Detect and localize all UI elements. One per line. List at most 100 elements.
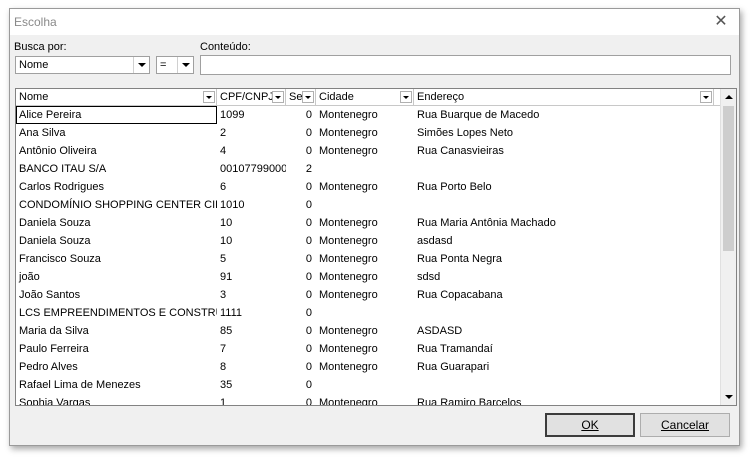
cell-endereco[interactable]: Rua Guarapari <box>414 358 714 376</box>
table-row[interactable]: Rafael Lima de Menezes 35 0 <box>16 376 720 394</box>
table-row[interactable]: Antônio Oliveira 4 0 Montenegro Rua Canasvie… <box>16 142 720 160</box>
column-header-se[interactable]: Se <box>286 89 316 106</box>
cell-cpf-cnpj[interactable]: 4 <box>217 142 286 160</box>
cell-cpf-cnpj[interactable]: 35 <box>217 376 286 394</box>
column-header-endereco[interactable]: Endereço <box>414 89 714 106</box>
cell-cpf-cnpj[interactable]: 8 <box>217 358 286 376</box>
cell-endereco[interactable] <box>414 376 714 394</box>
cell-endereco[interactable] <box>414 196 714 214</box>
cell-cpf-cnpj[interactable]: 10 <box>217 214 286 232</box>
cell-se[interactable]: 0 <box>286 178 316 196</box>
cell-nome[interactable]: Pedro Alves <box>16 358 217 376</box>
cell-cidade[interactable]: Montenegro <box>316 232 414 250</box>
cell-nome[interactable]: Antônio Oliveira <box>16 142 217 160</box>
chevron-down-icon[interactable] <box>700 91 712 103</box>
cell-nome[interactable]: João Santos <box>16 286 217 304</box>
cell-cpf-cnpj[interactable]: 6 <box>217 178 286 196</box>
cell-se[interactable]: 0 <box>286 358 316 376</box>
cell-cidade[interactable] <box>316 376 414 394</box>
search-content-input[interactable] <box>200 55 731 75</box>
cell-nome[interactable]: CONDOMÍNIO SHOPPING CENTER CIDADE <box>16 196 217 214</box>
table-row[interactable]: João Santos 3 0 Montenegro Rua Copacabana <box>16 286 720 304</box>
cell-se[interactable]: 0 <box>286 394 316 405</box>
cell-se[interactable]: 0 <box>286 322 316 340</box>
cell-nome[interactable]: Paulo Ferreira <box>16 340 217 358</box>
scroll-thumb[interactable] <box>723 106 734 251</box>
cell-nome[interactable]: Francisco Souza <box>16 250 217 268</box>
cell-cpf-cnpj[interactable]: 1010 <box>217 196 286 214</box>
cell-se[interactable]: 0 <box>286 142 316 160</box>
cell-nome[interactable]: Daniela Souza <box>16 232 217 250</box>
cell-nome[interactable]: Alice Pereira <box>16 106 217 124</box>
cell-endereco[interactable]: Rua Ramiro Barcelos <box>414 394 714 405</box>
cell-cpf-cnpj[interactable]: 7 <box>217 340 286 358</box>
cell-nome[interactable]: Carlos Rodrigues <box>16 178 217 196</box>
chevron-down-icon[interactable] <box>177 57 193 73</box>
cell-cidade[interactable]: Montenegro <box>316 214 414 232</box>
cell-se[interactable]: 0 <box>286 250 316 268</box>
cell-cidade[interactable] <box>316 304 414 322</box>
cell-cpf-cnpj[interactable]: 1 <box>217 394 286 405</box>
cell-cpf-cnpj[interactable]: 2 <box>217 124 286 142</box>
cell-se[interactable]: 0 <box>286 196 316 214</box>
cell-se[interactable]: 0 <box>286 286 316 304</box>
chevron-down-icon[interactable] <box>272 91 284 103</box>
table-row[interactable]: Daniela Souza 10 0 Montenegro asdasd <box>16 232 720 250</box>
scroll-up-icon[interactable] <box>721 89 736 105</box>
cell-cidade[interactable]: Montenegro <box>316 142 414 160</box>
cell-cidade[interactable]: Montenegro <box>316 340 414 358</box>
chevron-down-icon[interactable] <box>400 91 412 103</box>
table-row[interactable]: Daniela Souza 10 0 Montenegro Rua Maria Antô… <box>16 214 720 232</box>
cell-cidade[interactable]: Montenegro <box>316 394 414 405</box>
cell-nome[interactable]: LCS EMPREENDIMENTOS E CONSTRUÇÕES <box>16 304 217 322</box>
cell-cidade[interactable]: Montenegro <box>316 322 414 340</box>
cell-endereco[interactable]: Rua Buarque de Macedo <box>414 106 714 124</box>
operator-select[interactable]: = <box>156 56 194 74</box>
cell-cidade[interactable]: Montenegro <box>316 106 414 124</box>
table-row[interactable]: Paulo Ferreira 7 0 Montenegro Rua Tramandaí <box>16 340 720 358</box>
cell-cidade[interactable]: Montenegro <box>316 286 414 304</box>
cell-se[interactable]: 0 <box>286 124 316 142</box>
cell-cidade[interactable] <box>316 160 414 178</box>
table-row[interactable]: Alice Pereira 1099 0 Montenegro Rua Buarque … <box>16 106 720 124</box>
cell-endereco[interactable]: Rua Porto Belo <box>414 178 714 196</box>
cell-se[interactable]: 0 <box>286 268 316 286</box>
cell-cidade[interactable] <box>316 196 414 214</box>
cell-nome[interactable]: Daniela Souza <box>16 214 217 232</box>
cell-endereco[interactable]: Rua Maria Antônia Machado <box>414 214 714 232</box>
ok-button[interactable]: OK <box>545 413 635 437</box>
cell-se[interactable]: 0 <box>286 232 316 250</box>
cell-cpf-cnpj[interactable]: 00107799000 <box>217 160 286 178</box>
column-header-cidade[interactable]: Cidade <box>316 89 414 106</box>
scroll-down-icon[interactable] <box>721 389 736 405</box>
cell-nome[interactable]: Sophia Vargas <box>16 394 217 405</box>
table-row[interactable]: BANCO ITAU S/A 00107799000 2 <box>16 160 720 178</box>
cell-nome[interactable]: joão <box>16 268 217 286</box>
table-row[interactable]: Sophia Vargas 1 0 Montenegro Rua Ramiro Barc… <box>16 394 720 405</box>
cell-nome[interactable]: Ana Silva <box>16 124 217 142</box>
cell-se[interactable]: 0 <box>286 376 316 394</box>
cell-cidade[interactable]: Montenegro <box>316 358 414 376</box>
cell-cidade[interactable]: Montenegro <box>316 268 414 286</box>
cell-endereco[interactable]: Rua Copacabana <box>414 286 714 304</box>
cell-endereco[interactable]: Rua Ponta Negra <box>414 250 714 268</box>
close-icon[interactable]: ✕ <box>711 12 731 32</box>
table-row[interactable]: CONDOMÍNIO SHOPPING CENTER CIDADE10100 <box>16 196 720 214</box>
table-row[interactable]: Pedro Alves 8 0 Montenegro Rua Guarapari <box>16 358 720 376</box>
cell-cpf-cnpj[interactable]: 1099 <box>217 106 286 124</box>
cell-endereco[interactable] <box>414 304 714 322</box>
cell-endereco[interactable]: Simões Lopes Neto <box>414 124 714 142</box>
cell-endereco[interactable]: Rua Tramandaí <box>414 340 714 358</box>
cell-se[interactable]: 0 <box>286 340 316 358</box>
cell-cpf-cnpj[interactable]: 5 <box>217 250 286 268</box>
cell-cpf-cnpj[interactable]: 10 <box>217 232 286 250</box>
cell-endereco[interactable]: sdsd <box>414 268 714 286</box>
cell-cpf-cnpj[interactable]: 91 <box>217 268 286 286</box>
cell-endereco[interactable] <box>414 160 714 178</box>
cell-se[interactable]: 2 <box>286 160 316 178</box>
table-row[interactable]: Ana Silva 2 0 Montenegro Simões Lopes Neto <box>16 124 720 142</box>
cell-nome[interactable]: Rafael Lima de Menezes <box>16 376 217 394</box>
cell-endereco[interactable]: Rua Canasvieiras <box>414 142 714 160</box>
table-row[interactable]: LCS EMPREENDIMENTOS E CONSTRUÇÕES11110 <box>16 304 720 322</box>
table-row[interactable]: Maria da Silva 85 0 Montenegro ASDASD <box>16 322 720 340</box>
